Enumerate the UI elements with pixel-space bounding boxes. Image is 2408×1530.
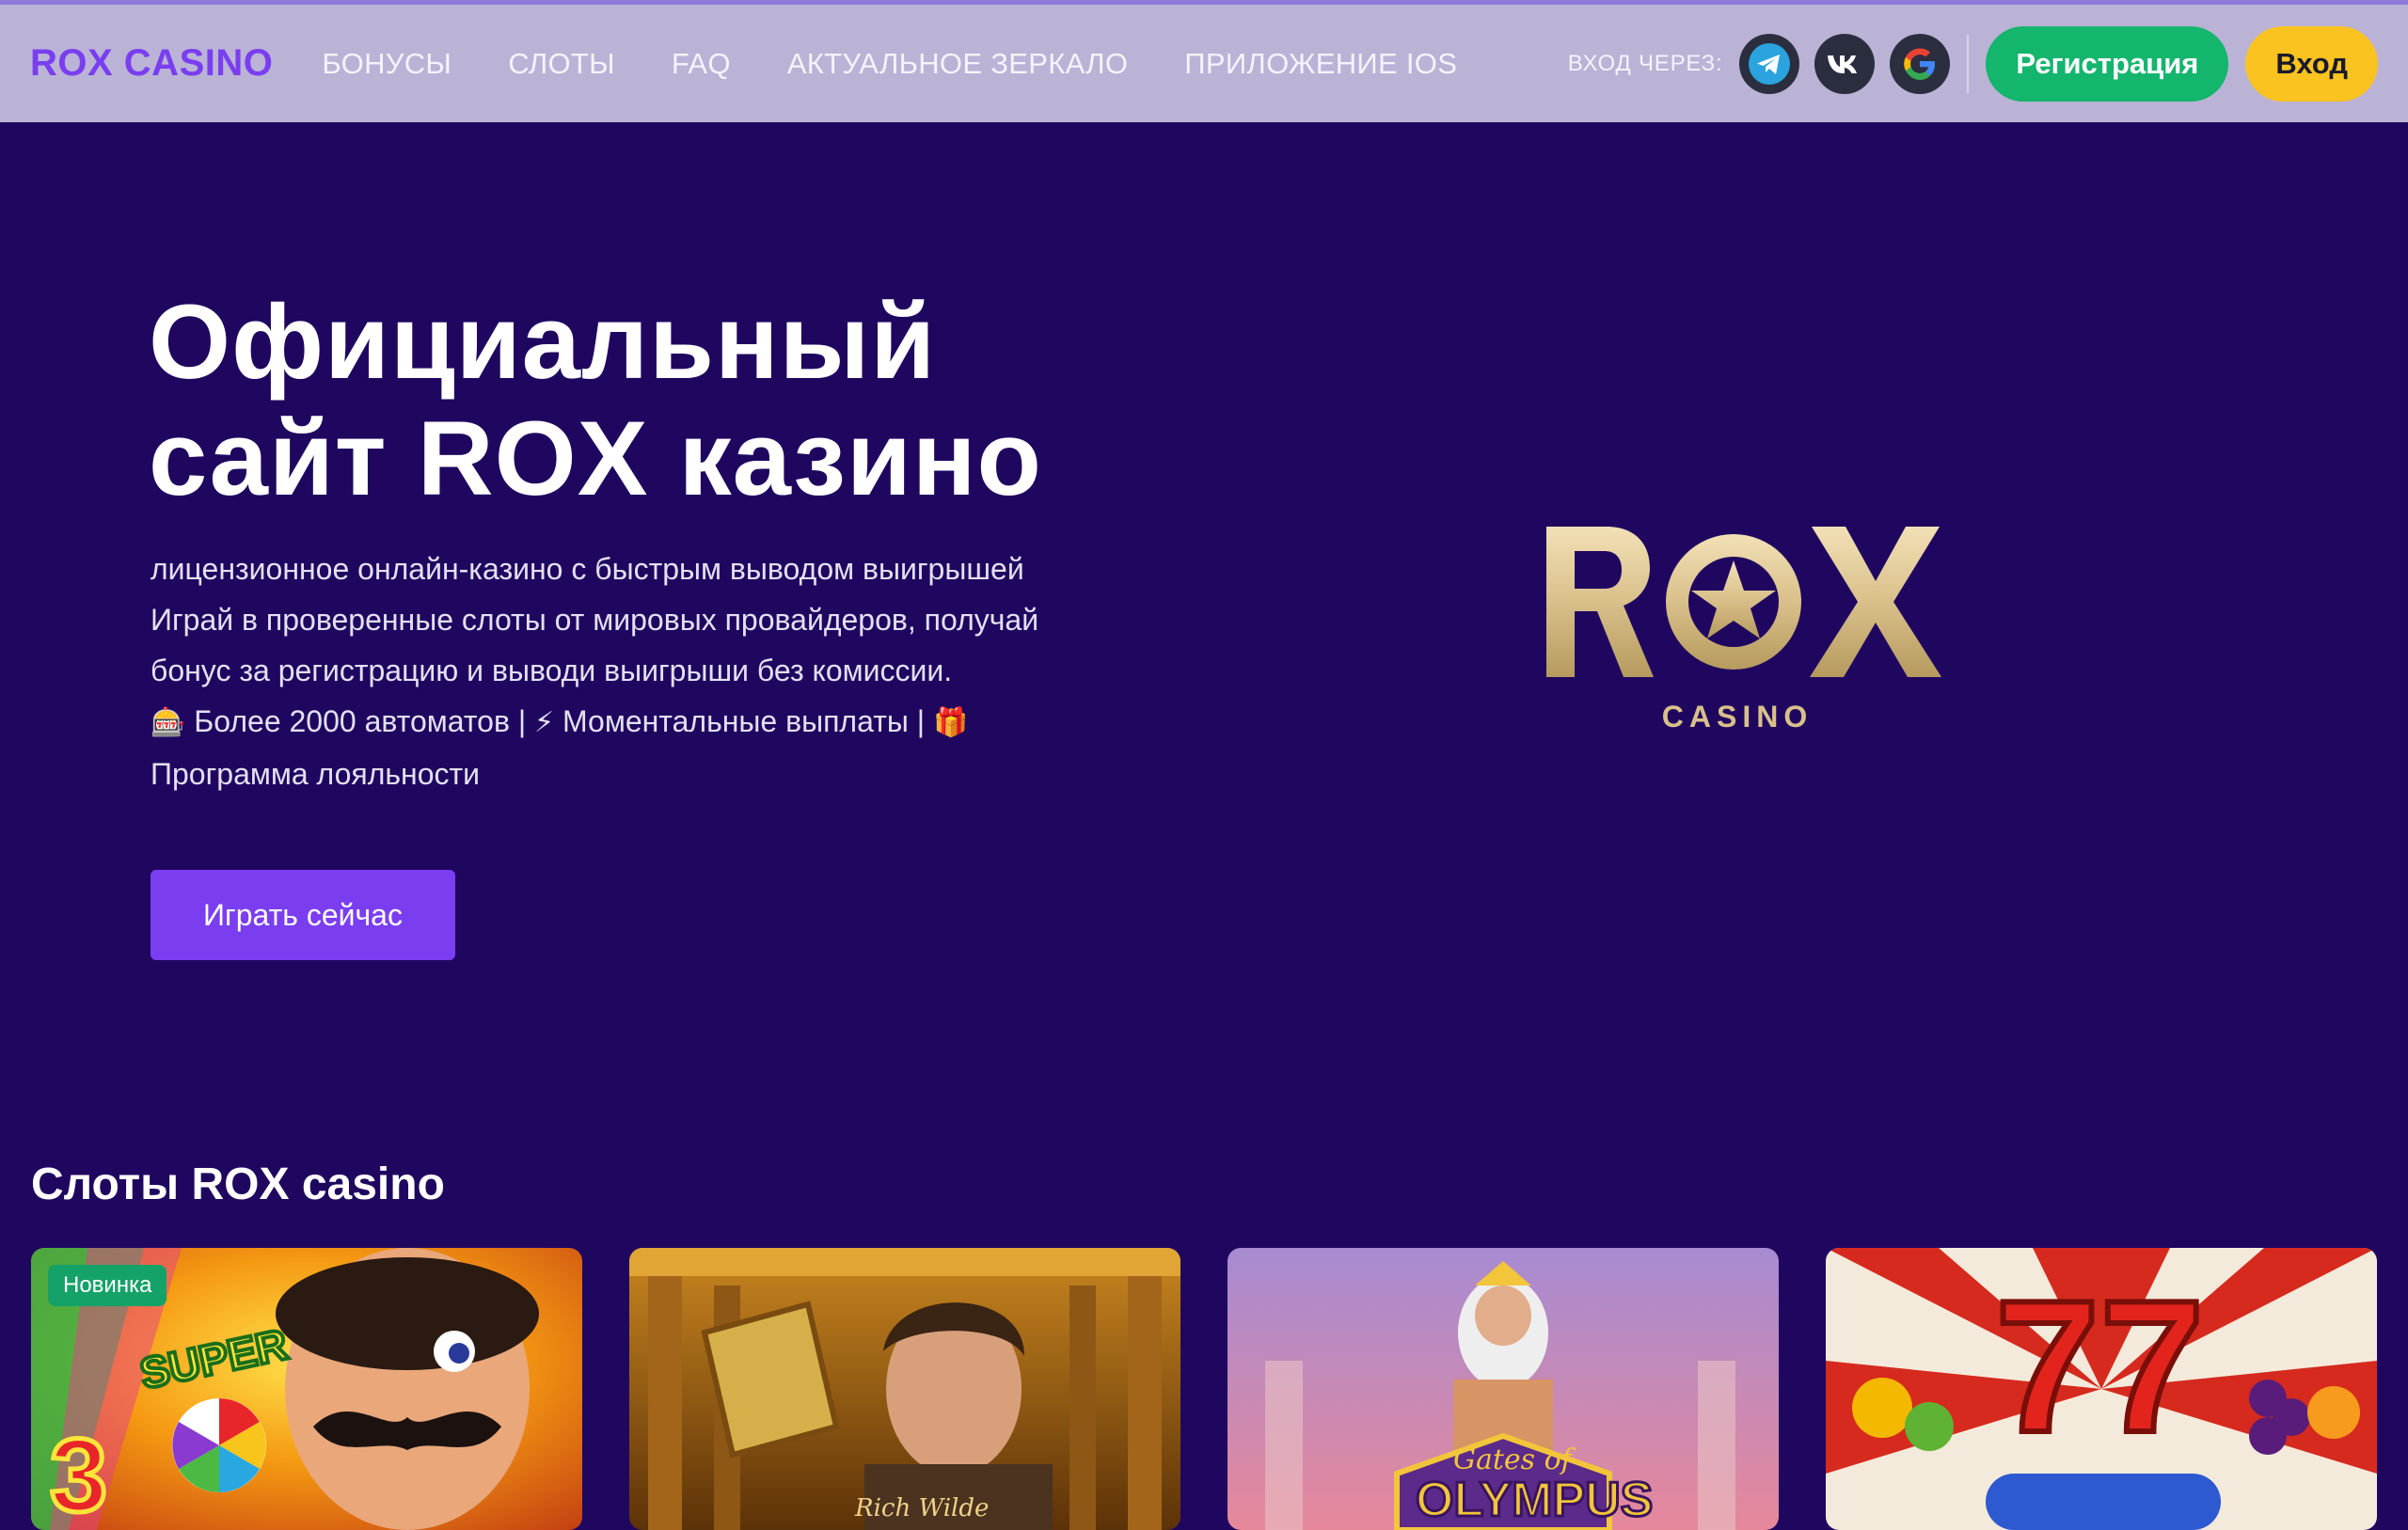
hero-description: лицензионное онлайн-казино с быстрым выв… <box>150 544 1148 799</box>
social-login: ВХОД ЧЕРЕЗ: Регистрация Вход <box>1567 25 2378 102</box>
feature-loyalty-program: Программа лояльности <box>150 757 481 791</box>
gift-icon: 🎁 <box>932 706 969 739</box>
brand-logo-casino-text: CASINO <box>1662 700 1813 733</box>
telegram-login-button[interactable] <box>1739 33 1800 94</box>
play-now-button[interactable]: Играть сейчас <box>150 870 455 960</box>
site-logo[interactable]: ROX CASINO <box>30 42 273 85</box>
svg-text:77: 77 <box>1995 1262 2204 1472</box>
svg-text:Rich Wilde: Rich Wilde <box>854 1494 989 1522</box>
feature-slots-count: Более 2000 автоматов | <box>194 704 527 738</box>
vk-icon <box>1828 55 1858 73</box>
hero-desc-line2: Играй в проверенные слоты от мировых про… <box>150 603 1039 637</box>
gates-of-olympus-slot-image: Gates of OLYMPUS <box>1228 1248 1779 1530</box>
lightning-icon: ⚡ <box>534 706 555 739</box>
nav-link-ios-app[interactable]: ПРИЛОЖЕНИЕ IOS <box>1184 47 1457 81</box>
vk-login-button[interactable] <box>1814 33 1876 94</box>
hero-features-line: 🎰 Более 2000 автоматов | ⚡ Моментальные … <box>150 696 1148 749</box>
svg-text:3: 3 <box>50 1418 107 1530</box>
main-nav: БОНУСЫ СЛОТЫ FAQ АКТУАЛЬНОЕ ЗЕРКАЛО ПРИЛ… <box>322 47 1457 81</box>
slot-card-super-3-hot-chillies[interactable]: SUPER 3 Новинка <box>31 1248 582 1530</box>
nav-link-mirror[interactable]: АКТУАЛЬНОЕ ЗЕРКАЛО <box>787 47 1128 81</box>
header-divider <box>1967 34 1970 93</box>
777-fruit-slot-image: 77 <box>1826 1248 2377 1530</box>
rox-casino-logo-image: CASINO <box>1546 527 1941 733</box>
hero-title-line1: Официальный <box>149 283 937 401</box>
google-login-button[interactable] <box>1890 33 1951 94</box>
slots-section-title: Слоты ROX casino <box>31 1159 445 1209</box>
slot-card-book-of-dead[interactable]: Rich Wilde <box>629 1248 1180 1530</box>
feature-instant-payouts: Моментальные выплаты | <box>562 704 926 738</box>
register-button[interactable]: Регистрация <box>1986 25 2229 102</box>
new-badge: Новинка <box>48 1265 167 1306</box>
hero-title: Официальный сайт ROX казино <box>149 284 1042 517</box>
hero-desc-line3: бонус за регистрацию и выводи выигрыши б… <box>150 654 953 687</box>
svg-text:OLYMPUS: OLYMPUS <box>1416 1473 1653 1527</box>
hero-title-line2: сайт ROX казино <box>149 400 1042 517</box>
nav-link-bonuses[interactable]: БОНУСЫ <box>322 47 452 81</box>
nav-link-faq[interactable]: FAQ <box>672 47 731 81</box>
svg-text:Gates of: Gates of <box>1453 1443 1576 1476</box>
hero-desc-line1: лицензионное онлайн-казино с быстрым выв… <box>150 552 1024 586</box>
slot-card-777-fruits[interactable]: 77 <box>1826 1248 2377 1530</box>
nav-link-slots[interactable]: СЛОТЫ <box>508 47 615 81</box>
login-via-label: ВХОД ЧЕРЕЗ: <box>1567 50 1723 76</box>
book-of-dead-slot-image: Rich Wilde <box>629 1248 1180 1530</box>
google-icon <box>1904 48 1936 80</box>
telegram-icon <box>1749 42 1791 85</box>
slot-card-gates-of-olympus[interactable]: Gates of OLYMPUS <box>1228 1248 1779 1530</box>
slot-machine-icon: 🎰 <box>150 706 186 739</box>
site-header: ROX CASINO БОНУСЫ СЛОТЫ FAQ АКТУАЛЬНОЕ З… <box>0 0 2408 122</box>
login-button[interactable]: Вход <box>2245 25 2378 102</box>
